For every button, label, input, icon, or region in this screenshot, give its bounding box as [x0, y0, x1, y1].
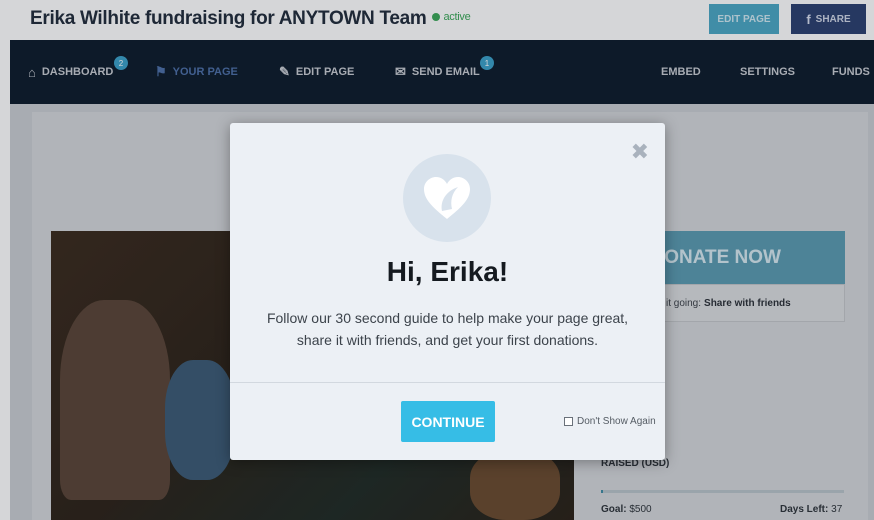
dont-show-again[interactable]: Don't Show Again	[564, 416, 656, 427]
dont-show-label: Don't Show Again	[577, 416, 656, 427]
dont-show-checkbox[interactable]	[564, 417, 573, 426]
modal-divider	[230, 382, 665, 383]
modal-title: Hi, Erika!	[386, 256, 509, 287]
close-icon[interactable]: ✖	[631, 141, 649, 163]
continue-button[interactable]: CONTINUE	[401, 401, 495, 442]
modal-body: Follow our 30 second guide to help make …	[266, 310, 629, 348]
heart-logo-icon	[403, 154, 491, 242]
heart-icon	[424, 177, 470, 219]
welcome-modal: ✖ Hi, Erika! Follow our 30 second guide …	[230, 123, 665, 460]
